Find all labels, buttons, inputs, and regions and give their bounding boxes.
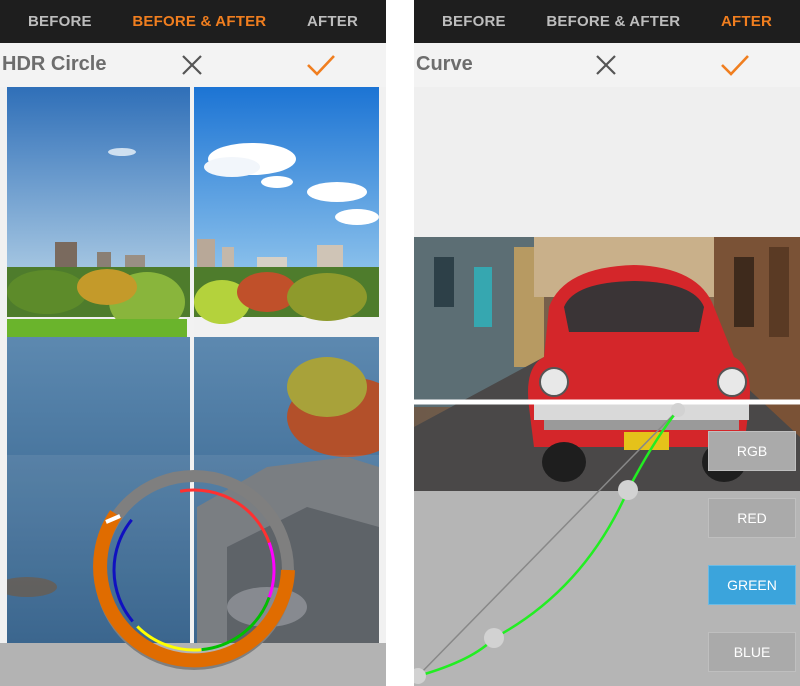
canvas-background	[414, 87, 800, 237]
checkmark-icon	[307, 55, 335, 76]
cancel-button[interactable]	[592, 51, 620, 79]
checkmark-icon	[721, 55, 749, 76]
curve-screen: BEFORE BEFORE & AFTER AFTER Curve RGB RE…	[414, 0, 800, 686]
apply-button[interactable]	[718, 51, 752, 79]
tab-before-after[interactable]: BEFORE & AFTER	[132, 13, 266, 30]
tab-before[interactable]: BEFORE	[442, 13, 506, 30]
channel-green-button[interactable]: GREEN	[708, 565, 796, 605]
tab-before-after[interactable]: BEFORE & AFTER	[546, 13, 680, 30]
hdr-color-wheel[interactable]	[88, 464, 300, 676]
channel-red-button[interactable]: RED	[708, 498, 796, 538]
color-wheel-icon	[93, 470, 295, 670]
tool-title: HDR Circle	[2, 53, 107, 75]
tool-title: Curve	[416, 53, 473, 75]
hdr-circle-screen: BEFORE BEFORE & AFTER AFTER HDR Circle	[0, 0, 386, 686]
tab-after[interactable]: AFTER	[721, 13, 772, 30]
cancel-button[interactable]	[178, 51, 206, 79]
tab-before[interactable]: BEFORE	[28, 13, 92, 30]
view-tabbar: BEFORE BEFORE & AFTER AFTER	[414, 0, 800, 43]
view-tabbar: BEFORE BEFORE & AFTER AFTER	[0, 0, 386, 43]
apply-button[interactable]	[304, 51, 338, 79]
close-icon	[182, 55, 202, 75]
close-icon	[596, 55, 616, 75]
tab-after[interactable]: AFTER	[307, 13, 358, 30]
channel-blue-button[interactable]: BLUE	[708, 632, 796, 672]
channel-rgb-button[interactable]: RGB	[708, 431, 796, 471]
